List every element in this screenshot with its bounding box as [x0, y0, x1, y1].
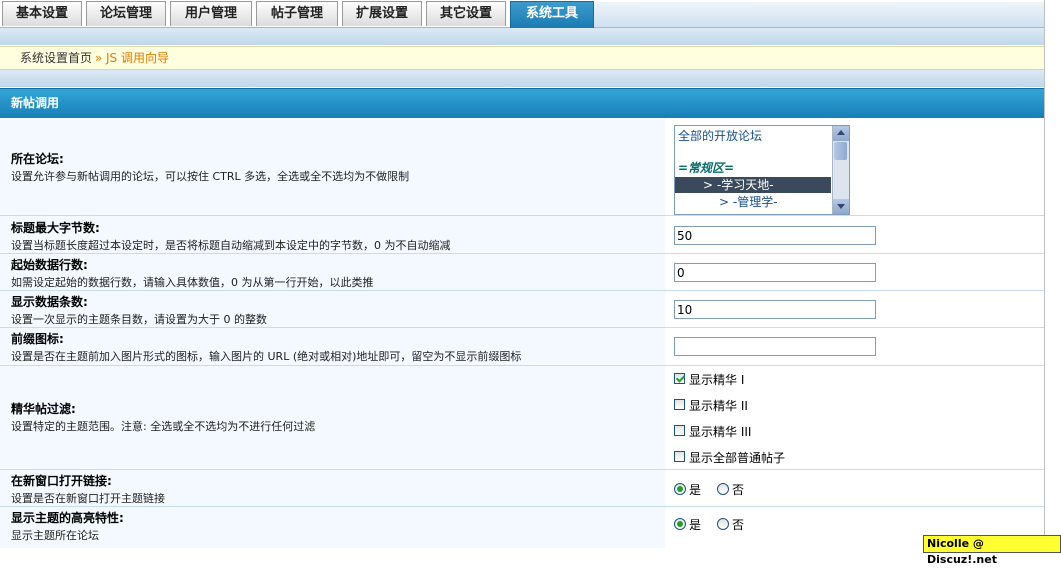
- scroll-up-icon: [837, 130, 845, 135]
- start-row-description: 如需设定起始的数据行数，请输入具体数值，0 为从第一行开始，以此类推: [11, 276, 374, 289]
- admin-panel: 基本设置 论坛管理 用户管理 帖子管理 扩展设置 其它设置 系统工具 系统设置首…: [0, 0, 1045, 548]
- tab-forum-management[interactable]: 论坛管理: [86, 1, 166, 26]
- scroll-down-icon: [837, 204, 845, 209]
- listbox-scrollbar[interactable]: [832, 126, 849, 214]
- section-title: 新帖调用: [11, 96, 60, 110]
- digest-3-label: 显示精华 III: [689, 425, 752, 439]
- breadcrumb-home-link[interactable]: 系统设置首页: [20, 47, 92, 69]
- prefix-icon-input[interactable]: [674, 337, 876, 356]
- highlight-label: 显示主题的高亮特性:: [11, 511, 124, 525]
- highlight-no-radio[interactable]: [717, 518, 729, 530]
- forum-option-selected[interactable]: > -学习天地-: [675, 177, 831, 193]
- row-start-row: 起始数据行数: 如需设定起始的数据行数，请输入具体数值，0 为从第一行开始，以此…: [0, 254, 1044, 291]
- new-window-yes-label: 是: [689, 483, 702, 497]
- tab-bar: 基本设置 论坛管理 用户管理 帖子管理 扩展设置 其它设置 系统工具: [0, 0, 1044, 28]
- watermark-badge: Nicolle @ Discuz!.net: [923, 535, 1061, 566]
- tab-other-settings[interactable]: 其它设置: [426, 1, 506, 26]
- scroll-down-button[interactable]: [833, 199, 849, 214]
- breadcrumb: 系统设置首页 » JS 调用向导: [0, 46, 1044, 70]
- title-max-bytes-input[interactable]: [674, 226, 876, 245]
- new-window-label: 在新窗口打开链接:: [11, 474, 112, 488]
- new-window-yes-radio[interactable]: [674, 483, 686, 495]
- breadcrumb-separator: »: [95, 51, 103, 65]
- highlight-no-label: 否: [732, 518, 745, 532]
- normal-posts-checkbox[interactable]: [674, 451, 685, 462]
- section-header: 新帖调用: [0, 88, 1044, 118]
- digest-filter-description: 设置特定的主题范围。注意: 全选或全不选均为不进行任何过滤: [11, 420, 316, 433]
- row-forums: 所在论坛: 设置允许参与新帖调用的论坛，可以按住 CTRL 多选，全选或全不选均…: [0, 118, 1044, 216]
- new-window-no-label: 否: [732, 483, 745, 497]
- forums-listbox[interactable]: 全部的开放论坛 =常规区= > -学习天地- > -管理学-: [674, 125, 850, 215]
- title-max-bytes-cell: [665, 216, 1044, 253]
- breadcrumb-current: JS 调用向导: [106, 51, 169, 65]
- new-window-description: 设置是否在新窗口打开主题链接: [11, 492, 165, 505]
- spacer-band: [0, 70, 1044, 87]
- highlight-yes-radio[interactable]: [674, 518, 686, 530]
- digest-2-label: 显示精华 II: [689, 399, 748, 413]
- prefix-icon-label: 前缀图标:: [11, 332, 64, 346]
- display-count-input[interactable]: [674, 300, 876, 319]
- new-window-no-radio[interactable]: [717, 483, 729, 495]
- row-title-max-bytes: 标题最大字节数: 设置当标题长度超过本设定时，是否将标题自动缩减到本设定中的字节…: [0, 216, 1044, 254]
- title-max-bytes-label: 标题最大字节数:: [11, 221, 100, 235]
- normal-posts-label: 显示全部普通帖子: [689, 451, 786, 465]
- highlight-description: 显示主题所在论坛: [11, 529, 99, 542]
- row-prefix-icon: 前缀图标: 设置是否在主题前加入图片形式的图标，输入图片的 URL (绝对或相对…: [0, 328, 1044, 366]
- display-count-label: 显示数据条数:: [11, 295, 88, 309]
- scroll-up-button[interactable]: [833, 126, 849, 141]
- digest-filter-label: 精华帖过滤:: [11, 402, 76, 416]
- scroll-thumb[interactable]: [834, 142, 847, 160]
- digest-1-checkbox[interactable]: [674, 373, 685, 384]
- prefix-icon-description: 设置是否在主题前加入图片形式的图标，输入图片的 URL (绝对或相对)地址即可，…: [11, 350, 522, 363]
- tab-system-tools[interactable]: 系统工具: [510, 1, 594, 28]
- start-row-label: 起始数据行数:: [11, 258, 88, 272]
- row-new-window: 在新窗口打开链接: 设置是否在新窗口打开主题链接 是 否: [0, 470, 1044, 507]
- forums-label: 所在论坛:: [11, 152, 64, 166]
- tab-user-management[interactable]: 用户管理: [170, 1, 252, 26]
- digest-1-label: 显示精华 I: [689, 373, 745, 387]
- tab-bar-fill: [594, 2, 1044, 27]
- forums-description: 设置允许参与新帖调用的论坛，可以按住 CTRL 多选，全选或全不选均为不做限制: [11, 170, 410, 183]
- start-row-cell: [665, 254, 1044, 290]
- forum-option[interactable]: =常规区=: [678, 160, 834, 176]
- header-band: [0, 28, 1044, 45]
- title-max-bytes-description: 设置当标题长度超过本设定时，是否将标题自动缩减到本设定中的字节数，0 为不自动缩…: [11, 239, 451, 252]
- row-highlight: 显示主题的高亮特性: 显示主题所在论坛 是 否: [0, 507, 1044, 548]
- row-display-count: 显示数据条数: 设置一次显示的主题条目数，请设置为大于 0 的整数: [0, 291, 1044, 328]
- tab-extensions[interactable]: 扩展设置: [342, 1, 422, 26]
- row-digest-filter: 精华帖过滤: 设置特定的主题范围。注意: 全选或全不选均为不进行任何过滤 显示精…: [0, 366, 1044, 470]
- highlight-yes-label: 是: [689, 518, 702, 532]
- prefix-icon-cell: [665, 328, 1044, 365]
- display-count-description: 设置一次显示的主题条目数，请设置为大于 0 的整数: [11, 313, 267, 326]
- forums-control-cell: 全部的开放论坛 =常规区= > -学习天地- > -管理学-: [665, 118, 1044, 215]
- forum-option[interactable]: 全部的开放论坛: [678, 128, 834, 144]
- tab-basic-settings[interactable]: 基本设置: [2, 1, 82, 26]
- display-count-cell: [665, 291, 1044, 327]
- digest-2-checkbox[interactable]: [674, 399, 685, 410]
- forum-option[interactable]: > -管理学-: [675, 194, 831, 210]
- digest-3-checkbox[interactable]: [674, 425, 685, 436]
- tab-post-management[interactable]: 帖子管理: [256, 1, 338, 26]
- new-window-cell: 是 否: [665, 470, 1044, 506]
- digest-filter-cell: 显示精华 I 显示精华 II 显示精华 III 显示全部普通帖子: [665, 366, 1044, 469]
- start-row-input[interactable]: [674, 263, 876, 282]
